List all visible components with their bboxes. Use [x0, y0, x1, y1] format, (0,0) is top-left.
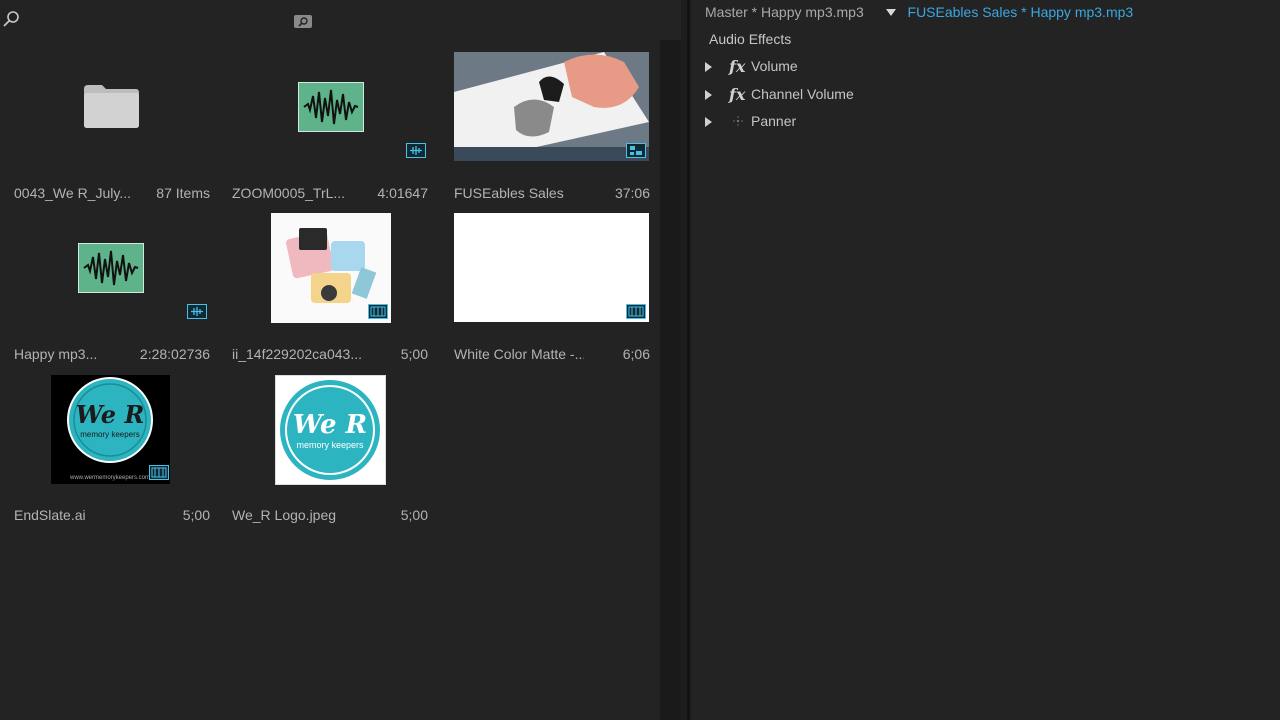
expand-triangle-icon[interactable]: [705, 90, 712, 100]
image-badge-icon: [368, 304, 388, 319]
bin-item-logo[interactable]: We R memory keepers We_R Logo.jpeg 5;00: [232, 375, 428, 533]
expand-triangle-icon[interactable]: [705, 117, 712, 127]
fx-icon[interactable]: fx: [729, 85, 745, 104]
audio-waveform-thumbnail: [78, 243, 144, 293]
project-panel: 0043_We R_July... 87 Items ZOOM0005_TrL.…: [0, 0, 660, 720]
white-matte-thumbnail: [454, 213, 649, 322]
item-name: FUSEables Sales: [454, 185, 564, 201]
expand-triangle-icon[interactable]: [705, 62, 712, 72]
item-meta: 6;06: [622, 346, 650, 362]
item-name: ZOOM0005_TrL...: [232, 185, 346, 201]
audio-waveform-thumbnail: [298, 82, 364, 132]
audio-clip-badge-icon: [187, 304, 207, 319]
logo-text: We R: [76, 400, 145, 429]
logo-url: www.wermemorykeepers.com: [69, 475, 150, 481]
sequence-badge-icon: [626, 143, 646, 158]
item-name: 0043_We R_July...: [14, 185, 131, 201]
item-meta: 5;00: [400, 507, 428, 523]
logo-text: We R: [293, 410, 367, 440]
search-icon[interactable]: [2, 10, 20, 28]
bin-item-audio[interactable]: ZOOM0005_TrL... 4:01647: [232, 61, 428, 211]
sequence-video-thumbnail: [454, 52, 649, 161]
bin-item-sequence[interactable]: FUSEables Sales 37:06: [454, 52, 650, 211]
item-meta: 2:28:02736: [139, 346, 210, 362]
item-name: ii_14f229202ca043...: [232, 346, 362, 362]
sequence-clip-tab[interactable]: FUSEables Sales * Happy mp3.mp3: [908, 4, 1134, 20]
item-name: We_R Logo.jpeg: [232, 507, 337, 523]
bin-item-image[interactable]: ii_14f229202ca043... 5;00: [232, 213, 428, 372]
bin-item-matte[interactable]: White Color Matte -... 6;06: [454, 213, 650, 372]
panel-divider[interactable]: [681, 0, 691, 720]
bin-item-folder[interactable]: 0043_We R_July... 87 Items: [14, 61, 210, 211]
panner-icon: [733, 116, 743, 126]
effect-controls-header: Master * Happy mp3.mp3 FUSEables Sales *…: [705, 4, 1133, 22]
logo-subtext: memory keepers: [80, 430, 140, 439]
find-bin-icon[interactable]: [293, 13, 313, 29]
effect-row-channel-volume[interactable]: fx Channel Volume: [705, 85, 1005, 106]
fx-icon[interactable]: fx: [729, 57, 745, 76]
audio-effects-heading: Audio Effects: [709, 31, 792, 47]
item-meta: 5;00: [182, 507, 210, 523]
effect-row-volume[interactable]: fx Volume: [705, 57, 1005, 78]
item-name: EndSlate.ai: [14, 507, 86, 523]
logo-thumbnail: We R memory keepers: [275, 375, 386, 485]
item-meta: 4:01647: [377, 185, 428, 201]
effect-label: Volume: [751, 58, 798, 74]
dropdown-triangle-icon[interactable]: [885, 9, 896, 16]
item-name: Happy mp3...: [14, 346, 98, 362]
image-badge-icon: [149, 465, 169, 480]
effect-controls-panel: Master * Happy mp3.mp3 FUSEables Sales *…: [691, 0, 1280, 720]
effect-row-panner[interactable]: Panner: [705, 113, 1005, 133]
folder-icon: [84, 85, 139, 128]
audio-clip-badge-icon: [406, 143, 426, 158]
effect-label: Panner: [751, 113, 797, 129]
item-meta: 87 Items: [156, 185, 210, 201]
logo-subtext: memory keepers: [296, 440, 364, 450]
bin-item-endslate[interactable]: We R memory keepers www.wermemorykeepers…: [14, 375, 210, 533]
item-name: White Color Matte -...: [454, 346, 584, 362]
item-meta: 37:06: [614, 185, 650, 201]
bin-item-audio[interactable]: Happy mp3... 2:28:02736: [14, 222, 210, 372]
effect-label: Channel Volume: [751, 86, 854, 102]
item-meta: 5;00: [400, 346, 428, 362]
master-clip-tab[interactable]: Master * Happy mp3.mp3: [705, 4, 864, 20]
matte-badge-icon: [626, 304, 646, 319]
project-scrollbar[interactable]: [660, 40, 681, 720]
